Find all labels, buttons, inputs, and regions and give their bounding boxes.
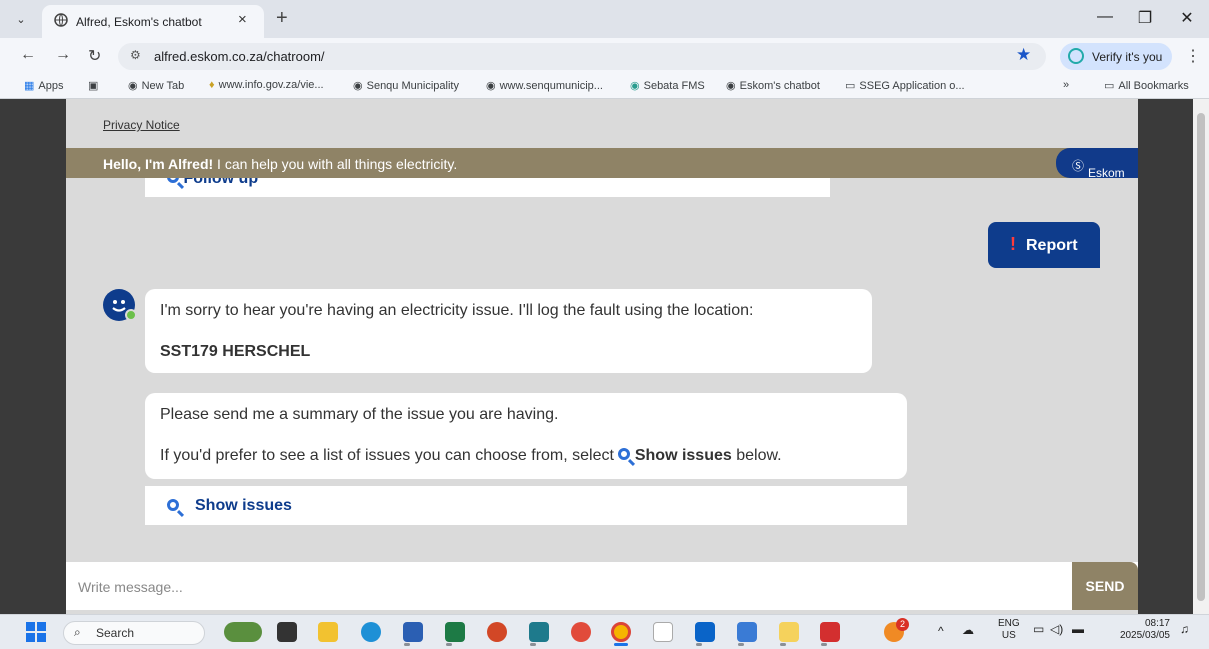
location-text: SST179 HERSCHEL xyxy=(160,343,311,360)
restore-button[interactable]: ❐ xyxy=(1130,8,1160,28)
verify-profile-button[interactable]: Verify it's you xyxy=(1060,43,1172,70)
bookmark-item[interactable]: ◉ Sebata FMS xyxy=(630,79,705,92)
tab-close-icon[interactable]: × xyxy=(238,11,247,28)
reload-icon[interactable]: ↻ xyxy=(88,46,101,66)
chromium-icon[interactable] xyxy=(571,622,591,642)
bookmark-item[interactable]: ♦ www.info.gov.za/vie... xyxy=(209,79,324,91)
word-icon[interactable] xyxy=(403,622,423,642)
brand-label: Eskom xyxy=(1088,166,1125,180)
widgets-icon[interactable] xyxy=(224,622,262,642)
running-indicator xyxy=(446,643,452,646)
search-icon: ⌕ xyxy=(74,625,81,639)
greeting-name: Hello, I'm Alfred! xyxy=(103,156,214,172)
browser-menu-icon[interactable]: ⋮ xyxy=(1185,46,1201,66)
show-issues-button[interactable]: Show issues xyxy=(145,486,907,525)
active-indicator xyxy=(614,643,628,646)
search-icon xyxy=(167,499,179,511)
compose-area xyxy=(66,562,1138,610)
privacy-notice-link[interactable]: Privacy Notice xyxy=(103,118,180,132)
url-text[interactable]: alfred.eskom.co.za/chatroom/ xyxy=(154,49,325,64)
edge-icon[interactable] xyxy=(361,622,381,642)
profile-icon xyxy=(1068,48,1084,64)
browser-tab-active[interactable]: Alfred, Eskom's chatbot × xyxy=(42,5,264,38)
report-button[interactable]: ! Report xyxy=(988,222,1100,268)
page-scrollbar[interactable] xyxy=(1193,99,1209,614)
publisher-icon[interactable] xyxy=(529,622,549,642)
taskbar-search[interactable]: ⌕ Search xyxy=(63,621,205,645)
tab-title: Alfred, Eskom's chatbot xyxy=(76,15,202,29)
file-explorer-icon[interactable] xyxy=(318,622,338,642)
volume-icon[interactable]: ◁) xyxy=(1050,622,1063,636)
task-view-icon[interactable] xyxy=(277,622,297,642)
all-bookmarks[interactable]: ▭ All Bookmarks xyxy=(1104,79,1189,92)
bot-message: Please send me a summary of the issue yo… xyxy=(145,393,907,479)
running-indicator xyxy=(530,643,536,646)
onedrive-icon[interactable]: ☁ xyxy=(962,623,974,637)
photos-icon[interactable] xyxy=(737,622,757,642)
running-indicator xyxy=(821,643,827,646)
tab-groups-icon[interactable]: ▣ xyxy=(88,79,98,92)
site-settings-icon[interactable]: ⚙ xyxy=(130,48,141,62)
bookmark-item[interactable]: ◉ New Tab xyxy=(128,79,184,92)
running-indicator xyxy=(404,643,410,646)
search-icon xyxy=(618,448,631,460)
notepad-icon[interactable] xyxy=(653,622,673,642)
search-label: Search xyxy=(96,626,135,640)
network-icon[interactable]: ▭ xyxy=(1033,622,1044,636)
chat-header-banner: Hello, I'm Alfred! I can help you with a… xyxy=(66,148,1138,178)
new-tab-button[interactable]: + xyxy=(276,7,288,30)
message-text: I'm sorry to hear you're having an elect… xyxy=(160,302,754,319)
message-text: Please send me a summary of the issue yo… xyxy=(160,406,559,423)
alfred-avatar xyxy=(103,289,137,321)
report-label: Report xyxy=(1026,237,1078,254)
notification-badge: 2 xyxy=(896,618,909,631)
bookmark-item[interactable]: ◉ www.senqumunicip... xyxy=(486,79,603,92)
back-arrow-icon[interactable]: ← xyxy=(20,46,36,64)
bookmark-apps[interactable]: ▦ Apps xyxy=(24,79,63,92)
minimize-button[interactable]: — xyxy=(1090,8,1120,26)
close-window-button[interactable]: ✕ xyxy=(1172,8,1202,28)
message-input[interactable] xyxy=(76,574,1070,600)
clock[interactable]: 08:17 2025/03/05 xyxy=(1110,618,1170,642)
folder-icon[interactable] xyxy=(779,622,799,642)
chevron-up-icon[interactable]: ^ xyxy=(938,624,944,638)
forward-arrow-icon[interactable]: → xyxy=(55,46,71,64)
tab-search-chevron-icon[interactable]: ⌄ xyxy=(8,9,34,31)
running-indicator xyxy=(696,643,702,646)
bookmark-item[interactable]: ◉ Senqu Municipality xyxy=(353,79,459,92)
powerpoint-icon[interactable] xyxy=(487,622,507,642)
send-button[interactable]: SEND xyxy=(1072,562,1138,610)
language-indicator[interactable]: ENG US xyxy=(998,618,1020,642)
url-bar[interactable]: ⚙ alfred.eskom.co.za/chatroom/ xyxy=(118,43,1046,70)
bookmark-star-icon[interactable]: ★ xyxy=(1016,45,1031,65)
windows-start-icon[interactable] xyxy=(26,622,46,642)
outlook-icon[interactable] xyxy=(695,622,715,642)
bookmark-folder[interactable]: ▭ SSEG Application o... xyxy=(845,79,965,92)
scrollbar-thumb[interactable] xyxy=(1197,113,1205,601)
bot-message: I'm sorry to hear you're having an elect… xyxy=(145,289,872,373)
online-status-dot xyxy=(125,309,137,321)
verify-label: Verify it's you xyxy=(1092,50,1163,64)
running-indicator xyxy=(738,643,744,646)
greeting-text: I can help you with all things electrici… xyxy=(213,156,458,172)
eskom-logo: Ⓢ Eskom xyxy=(1056,148,1138,180)
globe-icon xyxy=(54,13,68,27)
excel-icon[interactable] xyxy=(445,622,465,642)
show-issues-label: Show issues xyxy=(195,497,292,514)
acrobat-icon[interactable] xyxy=(820,622,840,642)
running-indicator xyxy=(780,643,786,646)
battery-icon[interactable]: ▬ xyxy=(1072,622,1084,636)
notification-bell-icon[interactable]: ♫ xyxy=(1180,622,1189,636)
bookmarks-overflow[interactable]: » xyxy=(1063,79,1069,91)
alert-icon: ! xyxy=(1010,234,1016,254)
chrome-icon[interactable] xyxy=(611,622,631,642)
bookmark-item[interactable]: ◉ Eskom's chatbot xyxy=(726,79,820,92)
message-text: If you'd prefer to see a list of issues … xyxy=(160,447,782,464)
